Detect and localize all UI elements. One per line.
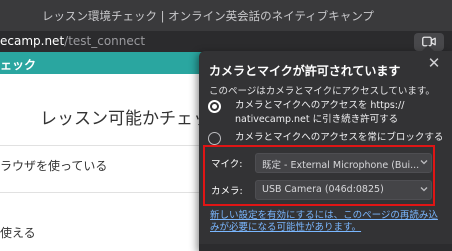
reload-page-link[interactable]: 新しい設定を有効にするには、このページの再読み込みが必要になる可能性があります。	[210, 210, 445, 234]
microphone-select-value: 既定 - External Microphone (Bui...	[262, 160, 420, 171]
window-titlebar: レッスン環境チェック | オンライン英会話のネイティブキャンプ	[0, 0, 452, 31]
camera-label: カメラ:	[211, 186, 243, 197]
radio-block[interactable]	[208, 132, 221, 145]
popup-footer	[199, 244, 452, 251]
url-text[interactable]: ecamp.net/test_connect	[0, 34, 145, 48]
popup-arrow	[421, 45, 435, 52]
close-icon[interactable]: ✕	[427, 56, 441, 71]
option-block-label: カメラとマイクへのアクセスを常にブロックする	[235, 132, 444, 143]
url-host: ecamp.net	[0, 34, 65, 48]
camera-select-value: USB Camera (046d:0825)	[262, 184, 384, 195]
radio-allow[interactable]	[208, 100, 221, 113]
check-item-browser: ラウザを使っている	[0, 159, 108, 173]
mic-label: マイク:	[211, 159, 243, 170]
divider	[0, 145, 200, 146]
microphone-select[interactable]: 既定 - External Microphone (Bui...	[255, 153, 432, 173]
page-header-text: ェック	[0, 58, 37, 72]
popup-title: カメラとマイクが許可されています	[209, 64, 401, 78]
url-path: /test_connect	[64, 34, 146, 48]
camera-select[interactable]: USB Camera (046d:0825)	[255, 180, 432, 200]
chevron-down-icon	[420, 187, 428, 192]
window-title: レッスン環境チェック | オンライン英会話のネイティブキャンプ	[42, 9, 374, 23]
option-allow-label-line2: nativecamp.net に引き続き許可する	[235, 114, 399, 125]
popup-description: このページはカメラとマイクにアクセスしています。	[209, 86, 435, 97]
chevron-down-icon	[420, 160, 428, 165]
device-selection-highlight: マイク: 既定 - External Microphone (Bui... カメ…	[203, 145, 435, 206]
divider	[0, 192, 200, 193]
option-allow[interactable]: カメラとマイクへのアクセスを https:// nativecamp.net に…	[208, 100, 438, 130]
option-allow-label-line1: カメラとマイクへのアクセスを https://	[235, 100, 405, 111]
check-item-device: 使える	[0, 226, 36, 240]
address-bar[interactable]: ecamp.net/test_connect	[0, 31, 452, 52]
